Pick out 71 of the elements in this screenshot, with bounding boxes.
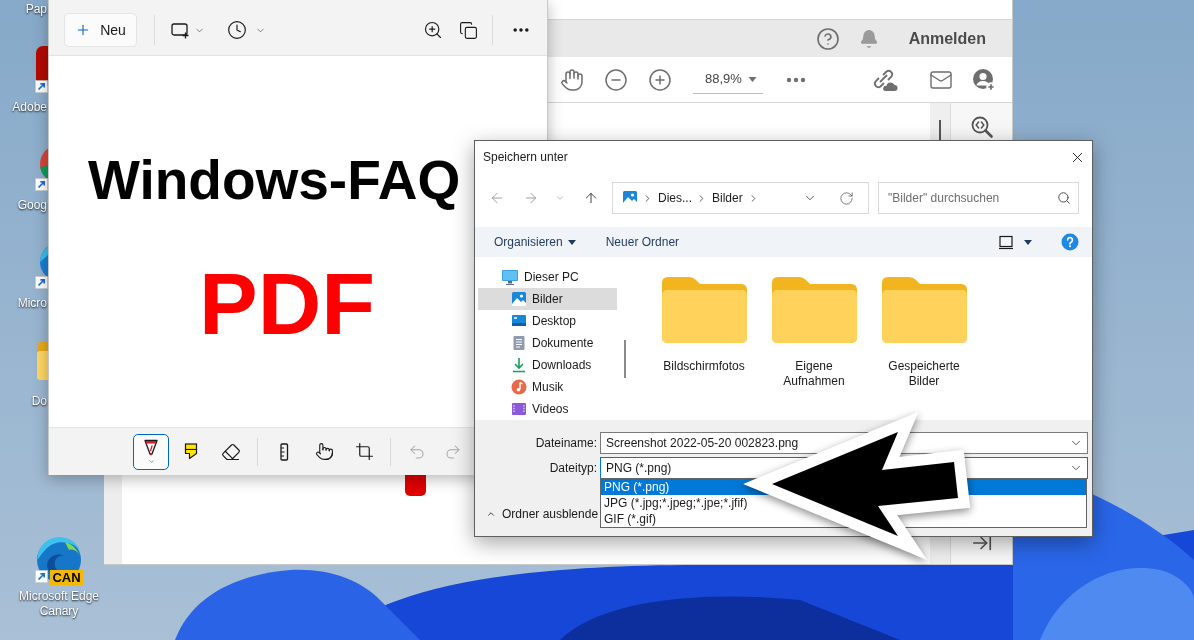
new-button[interactable]: Neu — [64, 13, 137, 47]
new-folder-button[interactable]: Neuer Ordner — [605, 233, 680, 251]
up-arrow-icon[interactable] — [583, 190, 599, 206]
crop-icon — [354, 442, 374, 461]
copy-icon[interactable] — [459, 20, 478, 40]
eraser-icon — [221, 441, 241, 462]
folder-label: Gespeicherte Bilder — [887, 359, 961, 389]
organize-menu-button[interactable]: Organisieren — [494, 233, 576, 251]
help-icon[interactable] — [1061, 233, 1079, 251]
desktop-icon-label: Adobe — [12, 100, 47, 115]
zoom-level-field[interactable]: 88,9% — [693, 65, 763, 94]
nav-item[interactable]: Bilder — [478, 288, 617, 310]
desktop-icon — [511, 313, 527, 329]
pen-icon — [141, 438, 161, 458]
clock-icon[interactable] — [227, 20, 247, 40]
sign-in-button[interactable]: Anmelden — [908, 26, 986, 51]
nav-item[interactable]: Dieser PC — [478, 266, 617, 288]
field-label: Dateityp: — [548, 460, 597, 477]
refresh-icon[interactable] — [839, 190, 854, 206]
app-tile-icon[interactable] — [35, 46, 48, 94]
zoom-icon[interactable] — [969, 115, 994, 139]
hide-folders-button[interactable]: Ordner ausblende — [486, 506, 599, 522]
desktop-icon-label: Goog — [17, 198, 47, 213]
pictures-icon — [622, 190, 638, 206]
address-bar[interactable]: Dies... Bilder — [612, 182, 869, 214]
zoom-in-icon[interactable] — [423, 20, 443, 40]
scrollbar[interactable] — [624, 340, 626, 378]
search-field[interactable]: "Bilder" durchsuchen — [878, 182, 1079, 214]
add-user-icon[interactable] — [972, 67, 996, 92]
dropdown-option[interactable]: JPG (*.jpg;*.jpeg;*.jpe;*.jfif) — [601, 495, 1086, 511]
nav-item[interactable]: Desktop — [478, 310, 617, 332]
canvas-heading: Windows-FAQ — [88, 153, 461, 208]
desktop-icon-label: Micro — [17, 296, 47, 311]
film-icon — [511, 401, 527, 417]
page-shape — [405, 475, 426, 496]
snip-mode-icon[interactable] — [170, 20, 190, 40]
desktop-icon-label: Pap — [25, 2, 47, 17]
dialog-title: Speichern unter — [483, 149, 568, 166]
field-label: Dateiname: — [534, 435, 597, 452]
zoom-out-icon[interactable] — [604, 67, 628, 92]
caret-icon — [748, 76, 757, 82]
nav-item[interactable]: Dokumente — [478, 332, 617, 354]
music-note-icon — [511, 379, 527, 395]
undo-icon — [408, 442, 426, 461]
nav-item[interactable]: Downloads — [478, 354, 617, 376]
canary-badge: CAN — [50, 570, 83, 585]
monitor-icon — [501, 268, 519, 286]
desktop-icon-label: Do — [31, 394, 47, 409]
canvas-subheading: PDF — [199, 260, 375, 348]
chevron-icon — [486, 509, 496, 519]
nav-item[interactable]: Videos — [478, 398, 617, 420]
caret-icon — [1024, 239, 1032, 245]
hand-pointer-icon — [314, 442, 334, 461]
nav-item[interactable]: Musik — [478, 376, 617, 398]
help-icon[interactable] — [815, 26, 840, 51]
search-icon[interactable] — [1057, 191, 1071, 205]
desktop-icon-label: Microsoft Edge Canary — [17, 589, 100, 619]
redo-icon — [444, 442, 462, 461]
pen-tool-button[interactable] — [133, 433, 169, 470]
folder-label: Bildschirmfotos — [662, 359, 746, 374]
caret-icon — [567, 239, 576, 245]
view-icon[interactable] — [998, 234, 1014, 250]
download-icon — [511, 357, 527, 373]
dropdown-option[interactable]: GIF (*.gif) — [601, 511, 1086, 527]
folder-label: Eigene Aufnahmen — [782, 359, 846, 389]
breadcrumb-item[interactable]: Dies... — [658, 189, 692, 207]
document-icon — [511, 335, 527, 351]
hand-icon[interactable] — [560, 67, 584, 92]
breadcrumb-item[interactable]: Bilder — [712, 189, 743, 207]
pictures-icon — [511, 291, 527, 307]
chevron-icon — [146, 458, 156, 465]
